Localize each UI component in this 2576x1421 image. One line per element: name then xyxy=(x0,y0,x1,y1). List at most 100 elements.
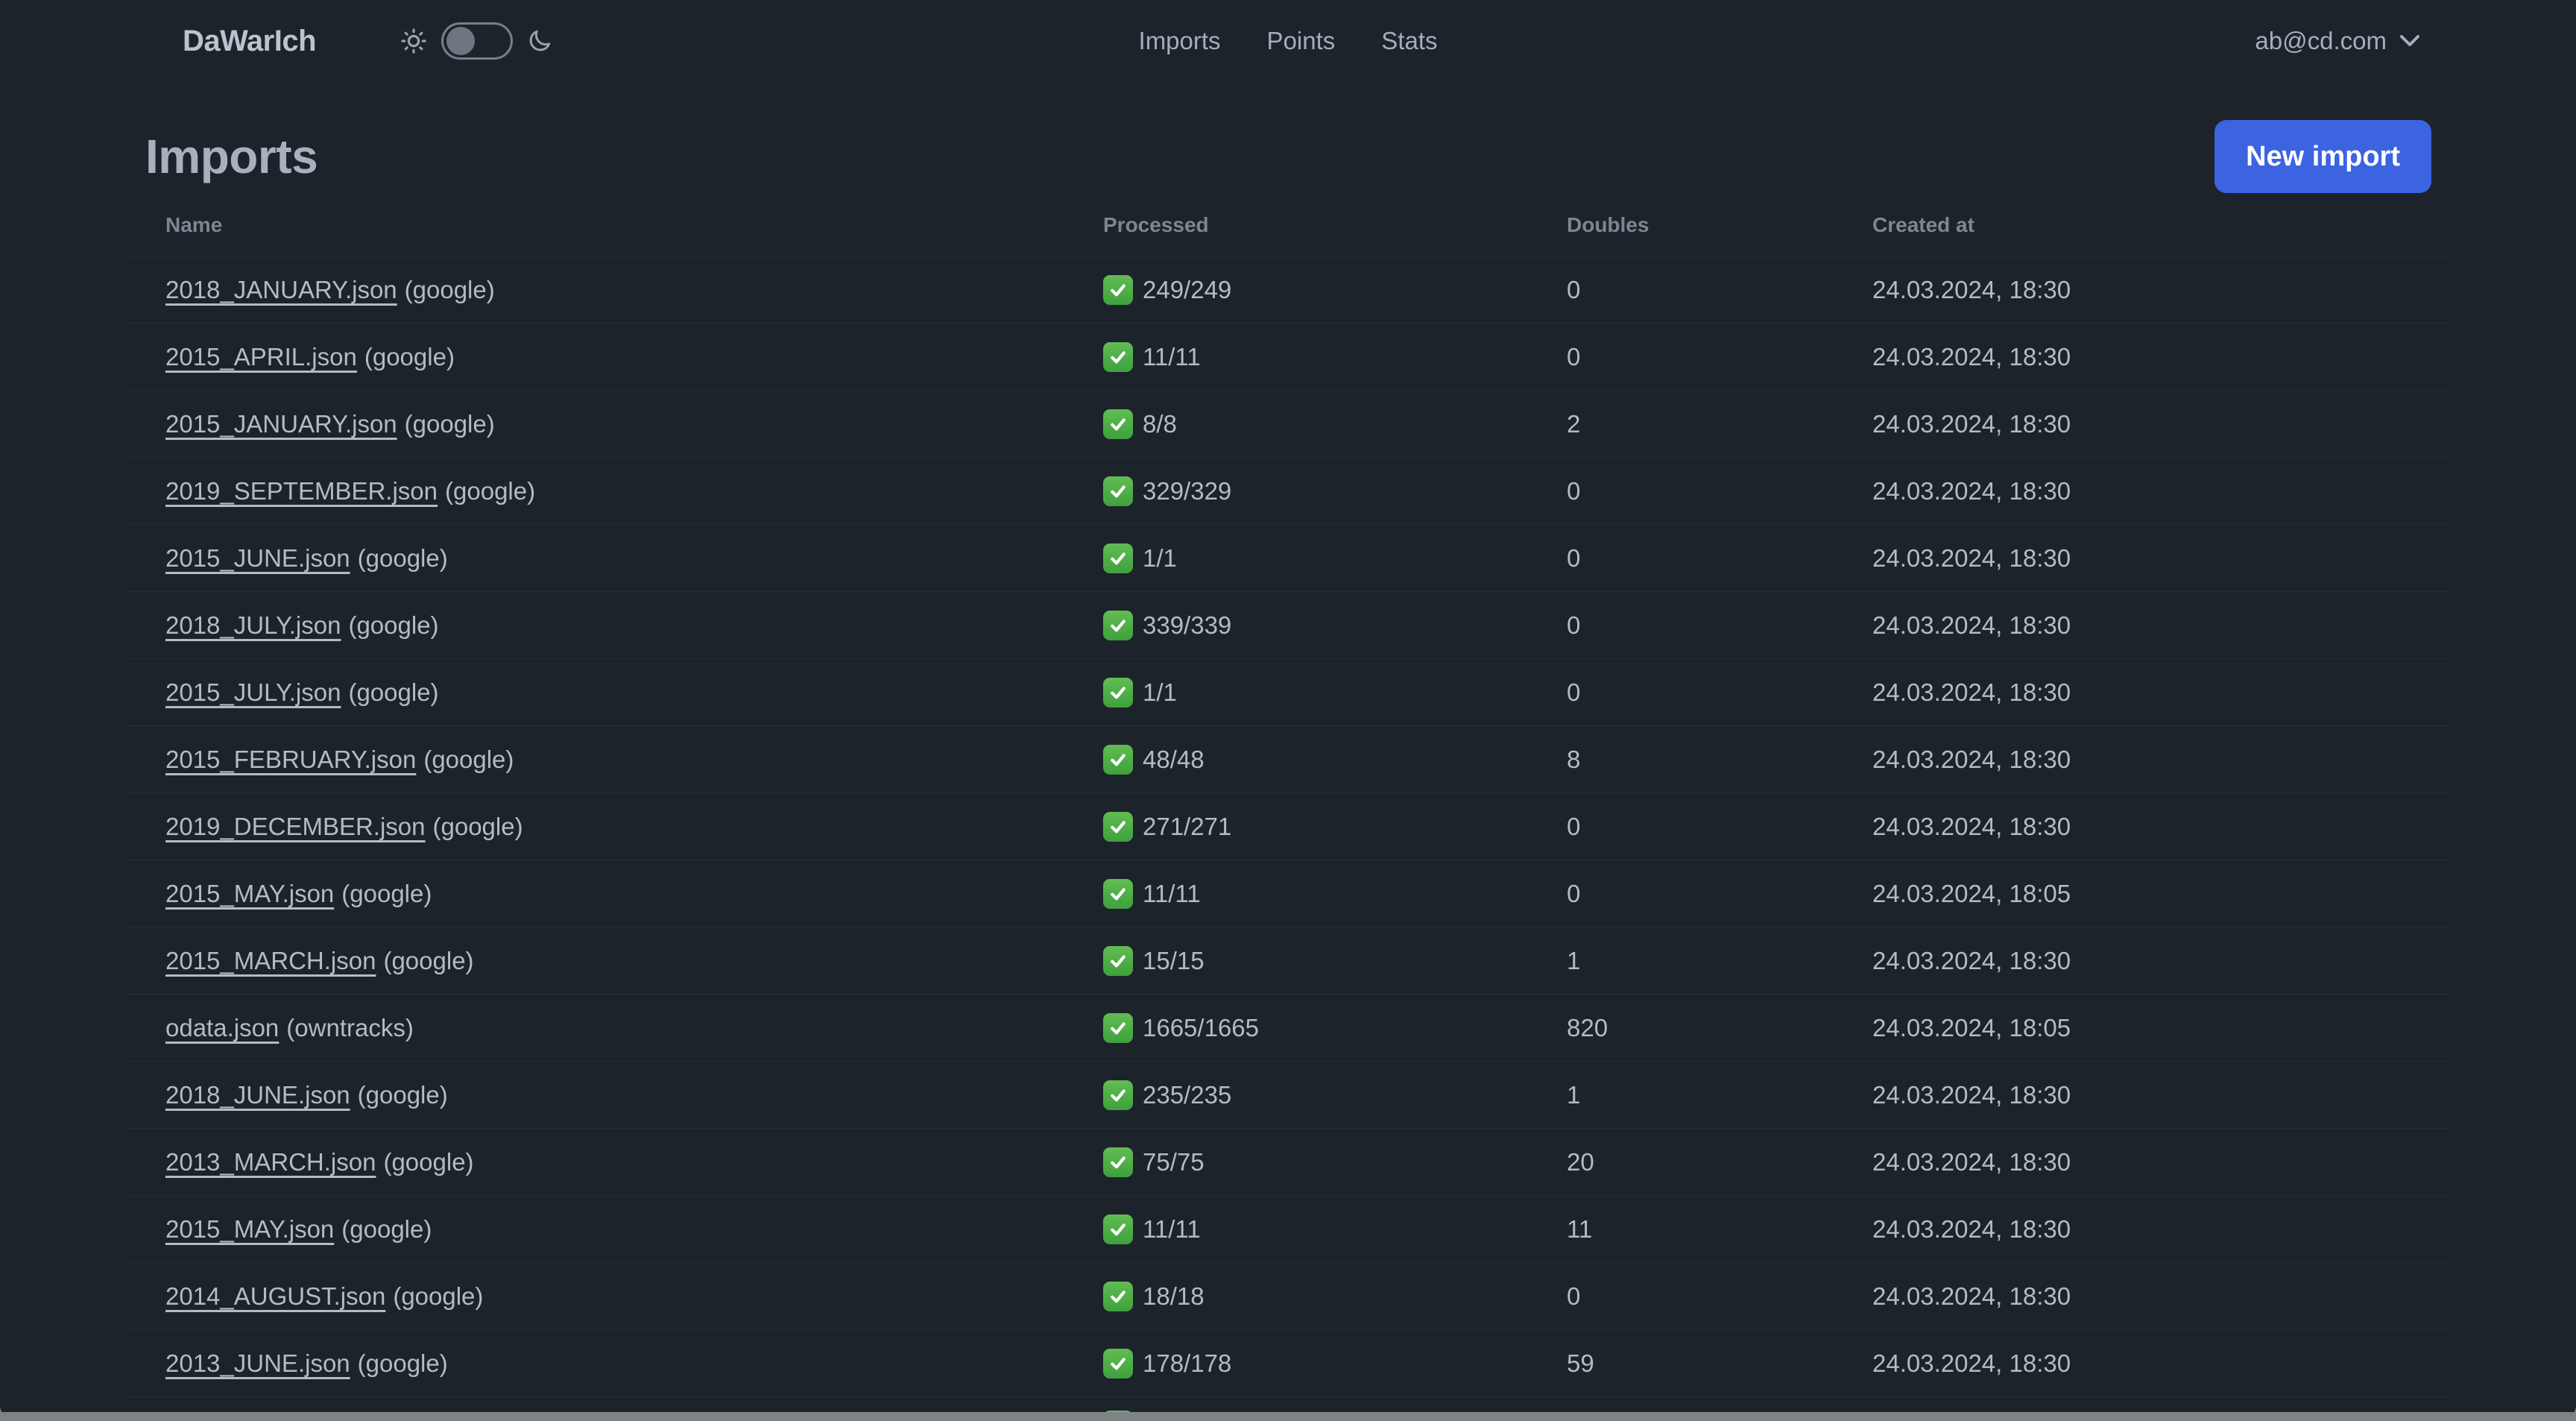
processed-cell: 8/8 xyxy=(1064,391,1528,457)
navbar: DaWarIch Imports Points Stats ab@cd.com xyxy=(0,0,2576,82)
import-file-link[interactable]: 2018_JULY.json xyxy=(165,611,341,640)
column-header-name: Name xyxy=(165,212,223,236)
import-file-link[interactable]: 2019_DECEMBER.json xyxy=(165,813,426,841)
check-icon xyxy=(1103,1080,1133,1110)
processed-count: 178/178 xyxy=(1143,1349,1232,1377)
import-file-link[interactable]: 2015_APRIL.json xyxy=(165,343,357,371)
window-bottom-edge xyxy=(0,1412,2576,1417)
processed-cell: 1/1 xyxy=(1064,525,1528,591)
table-row: 2019_SEPTEMBER.json (google) 329/329 0 2… xyxy=(127,458,2449,525)
nav-item-imports[interactable]: Imports xyxy=(1139,27,1221,55)
doubles-cell: 1 xyxy=(1567,1080,1581,1109)
import-file-link[interactable]: 2013_JUNE.json xyxy=(165,1349,350,1378)
doubles-cell: 0 xyxy=(1567,342,1581,371)
table-row: 2018_JANUARY.json (google) 249/249 0 24.… xyxy=(127,256,2449,324)
import-file-link[interactable]: 2015_MARCH.json xyxy=(165,947,376,975)
app-logo[interactable]: DaWarIch xyxy=(183,25,317,58)
processed-cell: 15/15 xyxy=(1064,927,1528,994)
check-icon xyxy=(1103,1147,1133,1177)
check-icon xyxy=(1103,945,1133,976)
doubles-cell: 0 xyxy=(1567,476,1581,505)
processed-count: 1/1 xyxy=(1143,678,1177,706)
created-at-cell: 24.03.2024, 18:30 xyxy=(1872,543,2071,572)
import-file-link[interactable]: 2015_JUNE.json xyxy=(165,544,350,573)
table-row: 2015_JULY.json (google) 1/1 0 24.03.2024… xyxy=(127,659,2449,726)
processed-count: 11/11 xyxy=(1143,342,1201,371)
processed-cell: 75/75 xyxy=(1064,1129,1528,1195)
name-cell: 2015_JUNE.json (google) xyxy=(127,525,1064,591)
import-file-link[interactable]: 2015_JANUARY.json xyxy=(165,410,397,438)
processed-count: 249/249 xyxy=(1143,275,1232,303)
name-cell: 2018_JULY.json (google) xyxy=(127,592,1064,658)
name-cell xyxy=(127,1397,1064,1411)
table-row: 2013_MARCH.json (google) 75/75 20 24.03.… xyxy=(127,1129,2449,1196)
import-file-link[interactable]: 2013_MARCH.json xyxy=(165,1148,376,1176)
moon-icon xyxy=(529,30,551,51)
nav-item-points[interactable]: Points xyxy=(1267,27,1336,55)
import-file-link[interactable]: 2018_JUNE.json xyxy=(165,1081,350,1109)
processed-cell: 249/249 xyxy=(1064,256,1528,323)
doubles-cell: 0 xyxy=(1567,1282,1581,1310)
import-source-label: (google) xyxy=(348,611,439,639)
check-icon xyxy=(1103,1281,1133,1311)
column-header-doubles: Doubles xyxy=(1567,212,1650,236)
account-menu[interactable]: ab@cd.com xyxy=(2255,27,2421,55)
import-source-label: (google) xyxy=(445,476,536,505)
theme-toggle-knob xyxy=(446,27,476,55)
import-source-label: (google) xyxy=(383,946,474,974)
name-cell: 2015_APRIL.json (google) xyxy=(127,324,1064,390)
app-window: DaWarIch Imports Points Stats ab@cd.com … xyxy=(0,0,2576,1417)
import-file-link[interactable]: odata.json xyxy=(165,1014,279,1042)
name-cell: 2013_MARCH.json (google) xyxy=(127,1129,1064,1195)
import-file-link[interactable]: 2015_FEBRUARY.json xyxy=(165,746,416,774)
created-at-cell: 24.03.2024, 18:30 xyxy=(1872,1080,2071,1109)
table-row: odata.json (owntracks) 1665/1665 820 24.… xyxy=(127,995,2449,1062)
page-header: Imports New import xyxy=(0,119,2576,194)
processed-count: 15/15 xyxy=(1143,946,1205,974)
table-row: 2015_APRIL.json (google) 11/11 0 24.03.2… xyxy=(127,324,2449,391)
created-at-cell: 24.03.2024, 18:30 xyxy=(1872,678,2071,706)
name-cell: 2013_JUNE.json (google) xyxy=(127,1330,1064,1396)
theme-toggle[interactable] xyxy=(441,22,514,60)
import-file-link[interactable]: 2014_AUGUST.json xyxy=(165,1282,385,1311)
created-at-cell: 24.03.2024, 18:05 xyxy=(1872,1013,2071,1042)
created-at-cell: 24.03.2024, 18:30 xyxy=(1872,409,2071,438)
table-row: 2015_MAY.json (google) 11/11 11 24.03.20… xyxy=(127,1196,2449,1263)
doubles-cell: 2 xyxy=(1567,409,1581,438)
processed-cell: 235/235 xyxy=(1064,1062,1528,1128)
processed-count: 8/8 xyxy=(1143,409,1177,438)
import-file-link[interactable]: 2019_SEPTEMBER.json xyxy=(165,477,438,505)
created-at-cell: 24.03.2024, 18:30 xyxy=(1872,275,2071,303)
check-icon xyxy=(1103,1214,1133,1244)
created-at-cell: 24.03.2024, 18:30 xyxy=(1872,1214,2071,1243)
doubles-cell: 0 xyxy=(1567,611,1581,639)
import-file-link[interactable]: 2018_JANUARY.json xyxy=(165,276,397,304)
processed-cell: 339/339 xyxy=(1064,592,1528,658)
import-file-link[interactable]: 2015_MAY.json xyxy=(165,1215,334,1244)
name-cell: 2015_MAY.json (google) xyxy=(127,1196,1064,1262)
nav-item-stats[interactable]: Stats xyxy=(1381,27,1437,55)
table-row: 2019_DECEMBER.json (google) 271/271 0 24… xyxy=(127,793,2449,860)
processed-count: 75/75 xyxy=(1143,1147,1205,1176)
import-source-label: (google) xyxy=(364,342,455,371)
import-source-label: (google) xyxy=(348,678,439,706)
created-at-cell: 24.03.2024, 18:30 xyxy=(1872,1282,2071,1310)
table-row: 2013_JUNE.json (google) 178/178 59 24.03… xyxy=(127,1330,2449,1397)
import-source-label: (google) xyxy=(341,879,432,907)
import-source-label: (google) xyxy=(357,1080,448,1109)
doubles-cell: 1 xyxy=(1567,946,1581,974)
import-file-link[interactable]: 2015_JULY.json xyxy=(165,678,341,707)
created-at-cell: 24.03.2024, 18:30 xyxy=(1872,342,2071,371)
processed-cell: 18/18 xyxy=(1064,1263,1528,1329)
processed-cell: 11/11 xyxy=(1064,324,1528,390)
processed-count: 11/11 xyxy=(1143,879,1201,907)
processed-count: 271/271 xyxy=(1143,812,1232,840)
created-at-cell: 24.03.2024, 18:30 xyxy=(1872,1349,2071,1377)
account-email: ab@cd.com xyxy=(2255,27,2387,54)
created-at-cell: 24.03.2024, 18:30 xyxy=(1872,1147,2071,1176)
doubles-cell: 820 xyxy=(1567,1013,1609,1042)
name-cell: 2015_JULY.json (google) xyxy=(127,659,1064,725)
table-row: 2018_JUNE.json (google) 235/235 1 24.03.… xyxy=(127,1062,2449,1129)
import-file-link[interactable]: 2015_MAY.json xyxy=(165,880,334,908)
new-import-button[interactable]: New import xyxy=(2214,120,2431,193)
